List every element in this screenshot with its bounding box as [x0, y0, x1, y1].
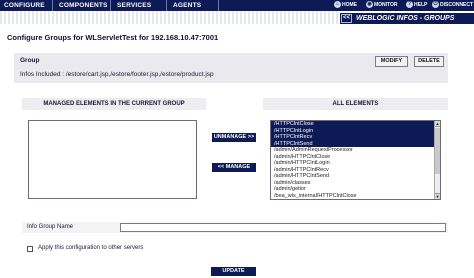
- nav-divider: [166, 0, 167, 11]
- nav-divider: [218, 0, 219, 11]
- all-elements-list[interactable]: /HTTPClntClose/HTTPClntLogin/HTTPClntRec…: [270, 120, 441, 200]
- monitor-label: MONITOR: [374, 2, 398, 8]
- modify-button[interactable]: MODIFY: [375, 56, 408, 67]
- nav-tab-agents[interactable]: AGENTS: [173, 0, 201, 11]
- home-label: HOME: [342, 2, 357, 8]
- home-icon: ⌂: [334, 1, 341, 9]
- managed-elements-list[interactable]: [28, 120, 197, 199]
- nav-tab-services[interactable]: SERVICES: [117, 0, 151, 11]
- managed-elements-header: MANAGED ELEMENTS IN THE CURRENT GROUP: [22, 98, 206, 110]
- info-group-name-input[interactable]: [120, 223, 446, 232]
- all-elements-items: /HTTPClntClose/HTTPClntLogin/HTTPClntRec…: [271, 121, 440, 199]
- all-elements-header: ALL ELEMENTS: [263, 98, 448, 110]
- monitor-link[interactable]: ◉ MONITOR: [366, 1, 398, 10]
- delete-button[interactable]: DELETE: [414, 56, 444, 67]
- nav-tab-configure[interactable]: CONFIGURE: [4, 0, 45, 11]
- list-item[interactable]: /bea_wls_internal/HTTPClntClose: [271, 193, 440, 200]
- back-button[interactable]: <<: [341, 14, 352, 23]
- nav-tab-components[interactable]: COMPONENTS: [59, 0, 108, 11]
- disconnect-icon: ⏻: [432, 1, 439, 9]
- apply-other-servers-label: Apply this configuration to other server…: [38, 245, 144, 251]
- disconnect-link[interactable]: ⏻ DISCONNECT: [432, 1, 473, 10]
- apply-other-servers-checkbox[interactable]: [27, 246, 33, 252]
- update-button[interactable]: UPDATE: [211, 267, 256, 276]
- home-link[interactable]: ⌂ HOME: [334, 1, 357, 10]
- unmanage-button[interactable]: UNMANAGE >>: [212, 133, 256, 142]
- monitor-icon: ◉: [366, 1, 373, 9]
- scroll-up-icon[interactable]: ▲: [435, 121, 440, 127]
- help-label: HELP: [414, 2, 428, 8]
- help-icon: ?: [406, 1, 413, 9]
- nav-divider: [110, 0, 111, 11]
- section-title: WEBLOGIC INFOS - GROUPS: [356, 15, 455, 22]
- nav-divider: [52, 0, 53, 11]
- group-label: Group: [20, 57, 40, 64]
- all-elements-scrollbar[interactable]: ▲ ▼: [434, 121, 440, 199]
- help-link[interactable]: ? HELP: [406, 1, 427, 10]
- scroll-down-icon[interactable]: ▼: [435, 193, 440, 199]
- manage-button[interactable]: << MANAGE: [212, 163, 256, 172]
- header-stripe: [0, 11, 340, 24]
- page-title: Configure Groups for WLServletTest for 1…: [7, 33, 219, 42]
- infos-included-text: Infos Included : /estore/cart.jsp,/estor…: [20, 71, 214, 78]
- info-group-name-label: Info Group Name: [27, 224, 74, 230]
- scroll-thumb[interactable]: [435, 128, 440, 174]
- disconnect-label: DISCONNECT: [440, 2, 474, 8]
